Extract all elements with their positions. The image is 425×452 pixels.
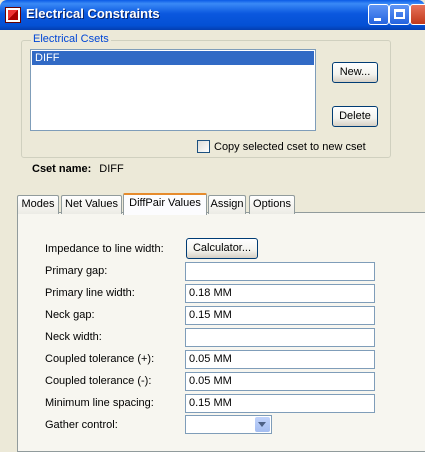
neck-gap-field[interactable]: 0.15 MM [185, 306, 375, 325]
tab-assign[interactable]: Assign [208, 195, 246, 214]
min-line-spacing-field[interactable]: 0.15 MM [185, 394, 375, 413]
primary-gap-label: Primary gap: [45, 265, 108, 277]
cset-name-value: DIFF [99, 163, 124, 175]
coupled-tolerance-plus-field[interactable]: 0.05 MM [185, 350, 375, 369]
tab-modes[interactable]: Modes [17, 195, 59, 214]
copy-cset-label: Copy selected cset to new cset [214, 141, 366, 153]
coupled-tolerance-minus-label: Coupled tolerance (-): [45, 375, 152, 387]
neck-width-label: Neck width: [45, 331, 102, 343]
tab-options[interactable]: Options [249, 195, 295, 214]
chevron-down-icon[interactable] [255, 417, 270, 432]
coupled-tolerance-minus-field[interactable]: 0.05 MM [185, 372, 375, 391]
neck-width-field[interactable] [185, 328, 375, 347]
maximize-button[interactable] [389, 4, 410, 25]
new-button[interactable]: New... [332, 62, 378, 83]
cset-name-label: Cset name: [32, 163, 92, 175]
close-button[interactable] [410, 4, 425, 25]
min-line-spacing-label: Minimum line spacing: [45, 397, 154, 409]
csets-group-label: Electrical Csets [31, 33, 111, 45]
delete-button[interactable]: Delete [332, 106, 378, 127]
calculator-button[interactable]: Calculator... [186, 238, 258, 259]
tab-diffpair-values[interactable]: DiffPair Values [123, 193, 207, 215]
gather-control-dropdown[interactable] [185, 415, 272, 434]
minimize-button[interactable] [368, 4, 389, 25]
cset-name-row: Cset name: DIFF [32, 163, 124, 175]
impedance-label: Impedance to line width: [45, 243, 164, 255]
copy-cset-option[interactable]: Copy selected cset to new cset [197, 140, 366, 153]
gather-control-label: Gather control: [45, 419, 118, 431]
title-bar[interactable]: Electrical Constraints [0, 0, 425, 30]
copy-cset-checkbox[interactable] [197, 140, 210, 153]
csets-listbox[interactable]: DIFF [30, 49, 316, 131]
list-item[interactable]: DIFF [32, 51, 314, 65]
app-icon [5, 7, 21, 23]
coupled-tolerance-plus-label: Coupled tolerance (+): [45, 353, 155, 365]
tab-net-values[interactable]: Net Values [61, 195, 122, 214]
primary-line-width-field[interactable]: 0.18 MM [185, 284, 375, 303]
neck-gap-label: Neck gap: [45, 309, 95, 321]
primary-gap-field[interactable] [185, 262, 375, 281]
window-title: Electrical Constraints [26, 6, 160, 21]
primary-line-width-label: Primary line width: [45, 287, 135, 299]
